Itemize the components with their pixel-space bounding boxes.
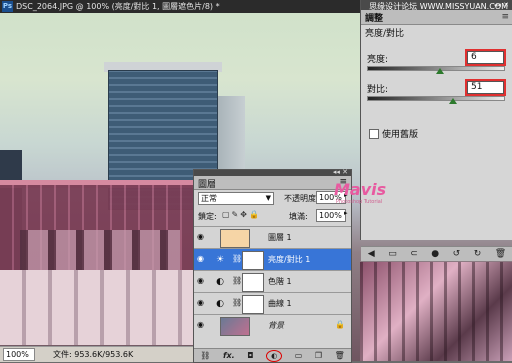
contrast-slider-track[interactable] <box>367 96 505 101</box>
layer-row[interactable]: ◉ 背景 🔒 <box>194 314 351 337</box>
chevron-down-icon: ▼ <box>265 194 271 202</box>
layer-name: 色階 1 <box>268 277 292 286</box>
adjustments-bottom-bar: ◀ ▭ ⊂ ● ↺ ↻ 🗑 <box>361 246 512 261</box>
layer-name: 背景 <box>268 321 284 330</box>
layer-mask-thumbnail[interactable] <box>242 273 264 292</box>
eye-icon[interactable]: ◉ <box>197 277 207 285</box>
layer-row[interactable]: ◉ 圖層 1 <box>194 226 351 249</box>
eye-icon[interactable]: ◉ <box>197 299 207 307</box>
photo-pillars <box>20 230 180 275</box>
lock-icon: 🔒 <box>335 320 345 329</box>
eye-icon[interactable]: ◉ <box>197 321 207 329</box>
clip-layer-icon[interactable]: ⊂ <box>410 249 418 259</box>
watermark-brand-sub: Photoshop Tutorial <box>336 199 383 205</box>
layer-name: 亮度/對比 1 <box>268 255 311 264</box>
layer-thumbnail <box>220 229 250 248</box>
layers-panel: ◂◂ ✕ 圖層 ≡ 正常 ▼ 不透明度: 100% ▸ 鎖定: ▢✎✥🔒 填滿:… <box>193 168 352 363</box>
link-layers-icon[interactable]: ⛓ <box>200 351 210 360</box>
blend-mode-select[interactable]: 正常 ▼ <box>198 192 274 205</box>
visibility-icon[interactable]: ● <box>431 249 439 259</box>
use-legacy-checkbox[interactable] <box>369 128 379 139</box>
document-size: 文件: 953.6K/953.6K <box>53 350 134 359</box>
panel-menu-icon[interactable]: ≡ <box>501 12 509 22</box>
delete-adjustment-icon[interactable]: 🗑 <box>495 249 506 259</box>
contrast-slider-thumb[interactable] <box>448 98 457 104</box>
watermark-site: 思缘设计论坛 WWW.MISSYUAN.COM <box>369 2 508 11</box>
previous-state-icon[interactable]: ↺ <box>453 249 461 259</box>
fill-dropdown-icon[interactable]: ▸ <box>344 209 348 217</box>
use-legacy-row[interactable]: 使用舊版 <box>369 127 418 140</box>
adjustments-panel: ◂◂ ✕ 調整 ≡ 亮度/對比 亮度: 6 對比: 51 使用舊版 ◀ ▭ ⊂ … <box>360 0 512 261</box>
link-icon[interactable]: ⛓ <box>232 276 242 285</box>
watermark-brand: Mavis <box>334 180 387 199</box>
fx-icon[interactable]: fx. <box>223 351 235 360</box>
brightness-slider-thumb[interactable] <box>436 68 445 74</box>
layers-window-controls[interactable]: ◂◂ ✕ <box>333 168 348 176</box>
layers-tab-label: 圖層 <box>198 180 217 190</box>
fill-input[interactable]: 100% <box>316 209 346 222</box>
adjustment-curves-icon: ◐ <box>216 299 224 309</box>
brightness-label: 亮度: <box>367 55 389 65</box>
trash-icon[interactable]: 🗑 <box>335 351 345 360</box>
link-icon[interactable]: ⛓ <box>232 298 242 307</box>
group-icon[interactable]: ▭ <box>295 351 303 360</box>
adjustment-brightness-icon: ☀ <box>215 255 225 265</box>
use-legacy-label: 使用舊版 <box>382 130 419 140</box>
eye-icon[interactable]: ◉ <box>197 255 207 263</box>
brightness-input[interactable]: 6 <box>467 51 504 64</box>
blend-mode-value: 正常 <box>201 194 217 203</box>
fill-label: 填滿: <box>289 212 308 221</box>
layer-row[interactable]: ◉ ☀ ⛓ 亮度/對比 1 <box>194 248 351 271</box>
reset-icon[interactable]: ↻ <box>474 249 482 259</box>
layer-row[interactable]: ◉ ◐ ⛓ 曲線 1 <box>194 292 351 315</box>
layer-name: 圖層 1 <box>268 233 292 242</box>
photo-mall-lower <box>0 270 200 345</box>
layer-mask-thumbnail[interactable] <box>242 251 264 270</box>
adjustment-levels-icon: ◐ <box>216 277 224 287</box>
photo-secondary-pattern <box>360 262 512 361</box>
link-icon[interactable]: ⛓ <box>232 254 242 263</box>
zoom-field[interactable]: 100% <box>3 348 35 361</box>
layer-thumbnail <box>220 317 250 336</box>
layers-bottom-bar: ⛓ fx. ◘ ◐ ▭ ❐ 🗑 <box>194 348 351 362</box>
expand-view-icon[interactable]: ▭ <box>388 249 397 259</box>
photoshop-icon: Ps <box>2 1 13 12</box>
new-layer-icon[interactable]: ❐ <box>315 351 322 360</box>
eye-icon[interactable]: ◉ <box>197 233 207 241</box>
opacity-label: 不透明度: <box>284 194 319 203</box>
back-arrow-icon[interactable]: ◀ <box>368 249 375 259</box>
contrast-label: 對比: <box>367 85 389 95</box>
document-titlebar: Ps DSC_2064.JPG @ 100% (亮度/對比 1, 圖層遮色片/8… <box>0 0 360 13</box>
adjustment-type-title: 亮度/對比 <box>365 29 405 39</box>
document-title: DSC_2064.JPG @ 100% (亮度/對比 1, 圖層遮色片/8) * <box>16 2 220 11</box>
layer-name: 曲線 1 <box>268 299 292 308</box>
new-adjustment-icon[interactable]: ◐ <box>266 349 283 362</box>
lock-options[interactable]: ▢✎✥🔒 <box>222 210 261 219</box>
status-bar: 100% 文件: 953.6K/953.6K <box>0 346 200 362</box>
add-mask-icon[interactable]: ◘ <box>247 351 253 360</box>
tab-layers[interactable]: 圖層 ≡ <box>194 176 351 190</box>
lock-label: 鎖定: <box>198 212 217 221</box>
layer-mask-thumbnail[interactable] <box>242 295 264 314</box>
layer-row[interactable]: ◉ ◐ ⛓ 色階 1 <box>194 270 351 293</box>
contrast-input[interactable]: 51 <box>467 81 504 94</box>
